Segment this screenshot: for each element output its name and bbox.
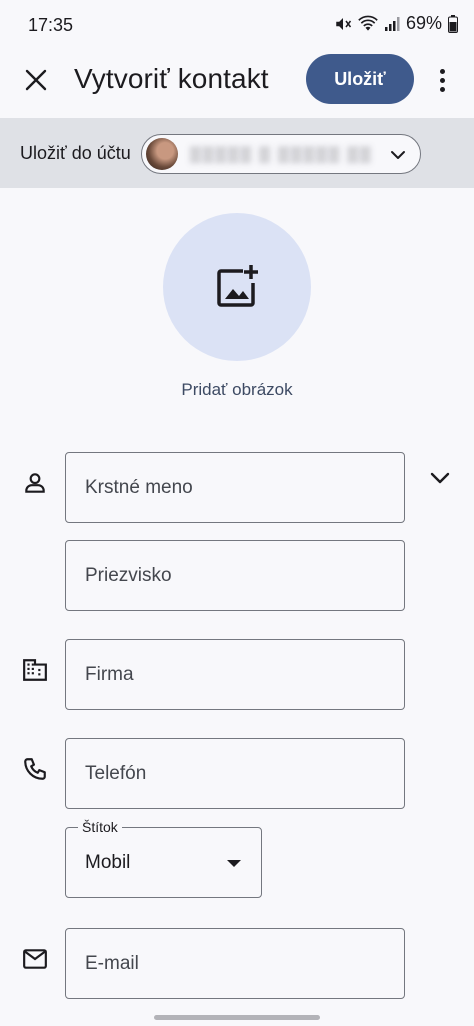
last-name-placeholder: Priezvisko [85, 564, 172, 586]
add-photo-button[interactable] [163, 213, 311, 361]
company-placeholder: Firma [85, 663, 134, 685]
company-field[interactable]: Firma [65, 639, 405, 710]
email-icon [20, 944, 50, 974]
close-button[interactable] [18, 62, 54, 98]
status-icons: 69% [334, 13, 458, 34]
home-indicator[interactable] [154, 1015, 320, 1020]
business-icon [20, 655, 50, 685]
account-label: Uložiť do účtu [20, 143, 131, 163]
first-name-placeholder: Krstné meno [85, 476, 193, 498]
close-icon [25, 69, 47, 91]
status-bar: 17:35 69% [0, 0, 474, 50]
account-email: ▒▒▒▒▒ ▒ ▒▒▒▒▒ ▒▒ [190, 146, 373, 163]
phone-placeholder: Telefón [85, 762, 147, 784]
battery-icon [448, 14, 458, 33]
status-time: 17:35 [28, 15, 74, 35]
chevron-down-icon [430, 472, 450, 484]
more-vert-icon [439, 68, 445, 74]
add-photo-icon [217, 265, 258, 307]
wifi-icon [358, 15, 378, 33]
first-name-field[interactable]: Krstné meno [65, 452, 405, 523]
last-name-field[interactable]: Priezvisko [65, 540, 405, 611]
save-button[interactable]: Uložiť [306, 54, 414, 104]
page-title: Vytvoriť kontakt [74, 63, 269, 94]
phone-label-caption: Štítok [78, 819, 122, 835]
phone-label-select[interactable]: Mobil [65, 827, 262, 898]
app-bar: Vytvoriť kontakt Uložiť [0, 50, 474, 118]
phone-label-value: Mobil [85, 851, 131, 873]
person-icon [20, 468, 50, 498]
battery-percent: 69% [405, 13, 442, 33]
email-placeholder: E-mail [85, 952, 139, 974]
signal-icon [384, 16, 400, 32]
dropdown-arrow-icon [227, 860, 241, 867]
expand-name-button[interactable] [424, 462, 456, 494]
account-picker[interactable]: ▒▒▒▒▒ ▒ ▒▒▒▒▒ ▒▒ [141, 134, 421, 174]
email-field[interactable]: E-mail [65, 928, 405, 999]
avatar [146, 138, 178, 170]
chevron-down-icon [391, 151, 405, 159]
phone-icon [20, 754, 50, 784]
more-options-button[interactable] [428, 62, 456, 98]
phone-field[interactable]: Telefón [65, 738, 405, 809]
add-photo-label[interactable]: Pridať obrázok [0, 380, 474, 400]
mute-icon [334, 15, 352, 33]
